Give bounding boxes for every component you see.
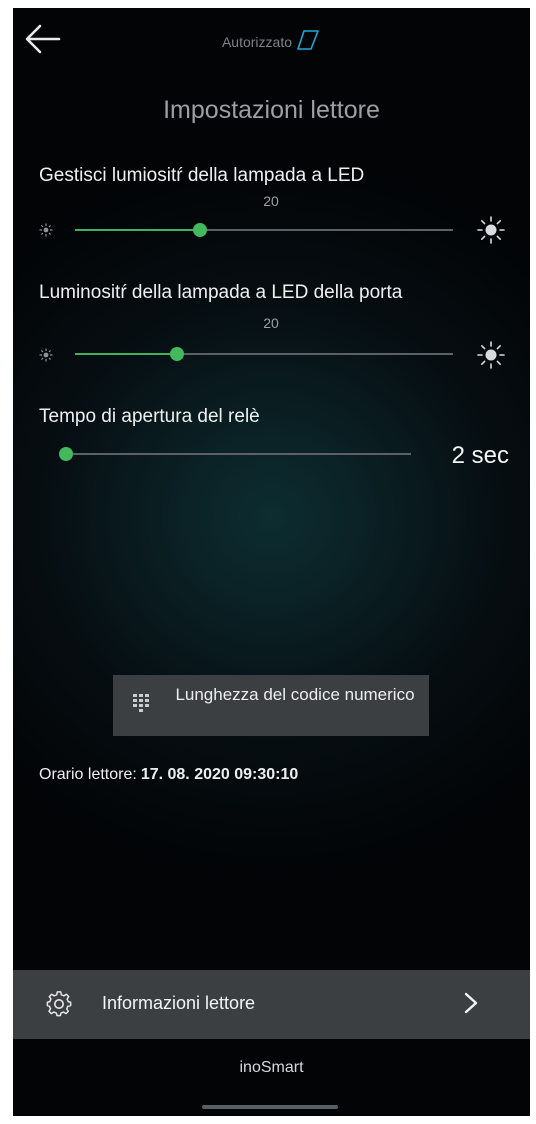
relay-time-label: Tempo di apertura del relè — [39, 406, 260, 427]
sun-large-icon — [477, 341, 505, 369]
code-length-button-label: Lunghezza del codice numerico — [175, 685, 415, 704]
reader-info-row[interactable]: Informazioni lettore — [13, 970, 530, 1039]
chevron-right-icon — [464, 992, 478, 1014]
outline-tag-icon — [297, 30, 319, 50]
led-brightness-label: Gestisci lumiositŕ della lampada a LED — [39, 165, 365, 186]
authorization-status-label: Autorizzato — [221, 34, 293, 50]
code-length-button[interactable]: Lunghezza del codice numerico — [113, 675, 429, 736]
keypad-icon — [133, 694, 149, 712]
door-led-brightness-slider[interactable] — [75, 347, 453, 361]
sun-small-icon — [39, 223, 53, 237]
door-led-brightness-label: Luminositŕ della lampada a LED della por… — [39, 282, 403, 303]
relay-time-slider-thumb[interactable] — [59, 447, 73, 461]
home-indicator[interactable] — [202, 1105, 338, 1109]
led-brightness-slider-thumb[interactable] — [192, 223, 207, 237]
relay-time-value: 2 sec — [451, 442, 509, 469]
door-led-brightness-slider-thumb[interactable] — [170, 347, 185, 361]
brand-name: inoSmart — [239, 1059, 304, 1076]
led-brightness-slider-fill — [75, 229, 200, 231]
screen: Autorizzato Impostazioni lettore Gestisc… — [13, 8, 530, 1116]
sun-large-icon — [477, 216, 505, 244]
authorization-status: Autorizzato — [13, 29, 530, 52]
led-brightness-slider[interactable] — [75, 223, 453, 237]
door-led-brightness-slider-fill — [75, 353, 178, 355]
reader-time-label: Orario lettore: — [39, 766, 137, 783]
relay-time-slider[interactable] — [59, 447, 411, 461]
sun-small-icon — [39, 348, 53, 362]
reader-time: Orario lettore: 17. 08. 2020 09:30:10 — [39, 764, 298, 786]
led-brightness-value: 20 — [263, 193, 279, 209]
reader-info-label: Informazioni lettore — [102, 993, 256, 1013]
page-title: Impostazioni lettore — [163, 96, 380, 124]
reader-time-value: 17. 08. 2020 09:30:10 — [140, 766, 299, 783]
door-led-brightness-value: 20 — [263, 315, 279, 331]
gear-icon — [46, 991, 72, 1017]
